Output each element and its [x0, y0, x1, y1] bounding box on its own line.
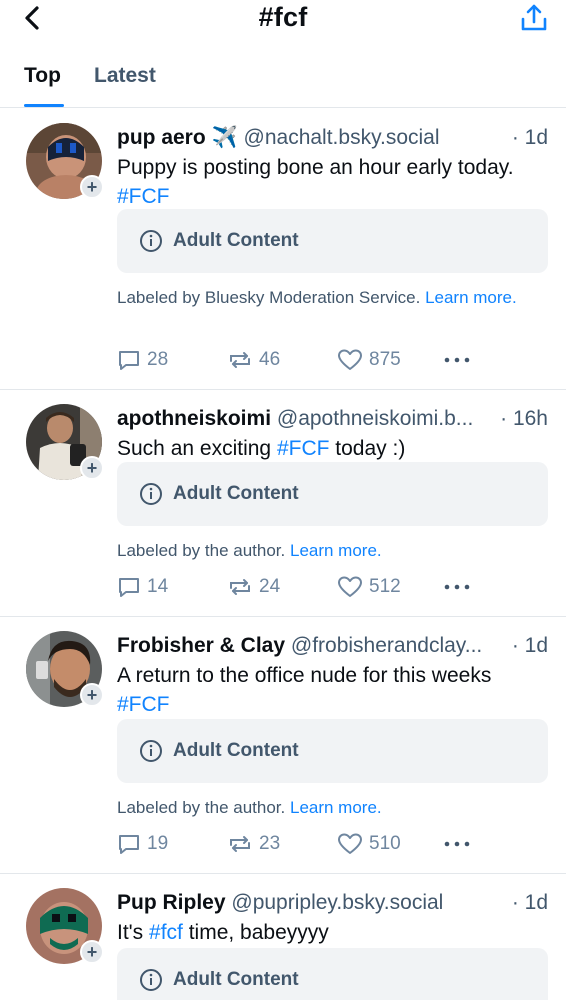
- author-name[interactable]: Frobisher & Clay: [117, 634, 285, 657]
- content-warning-label: Adult Content: [173, 740, 299, 761]
- like-button[interactable]: 875: [337, 345, 401, 375]
- heart-icon: [338, 576, 362, 597]
- learn-more-link[interactable]: Learn more.: [290, 798, 382, 817]
- author-handle[interactable]: @frobisherandclay...: [291, 634, 482, 657]
- learn-more-link[interactable]: Learn more.: [290, 541, 382, 560]
- like-button[interactable]: 510: [337, 829, 401, 859]
- follow-plus-icon[interactable]: +: [80, 175, 104, 199]
- heart-icon: [338, 349, 362, 370]
- post-actions: 19 23 510: [117, 829, 548, 859]
- share-button[interactable]: [516, 0, 552, 36]
- more-dots-icon: [444, 841, 470, 847]
- like-count: 875: [369, 349, 401, 370]
- post-actions: 14 24 512: [117, 572, 548, 602]
- post-text: It's #fcf time, babeyyyy: [117, 921, 329, 944]
- reply-icon: [119, 578, 139, 597]
- content-warning[interactable]: Adult Content: [117, 948, 548, 1000]
- content-warning[interactable]: Adult Content: [117, 462, 548, 526]
- more-dots-icon: [444, 357, 470, 363]
- hashtag-link[interactable]: #FCF: [117, 185, 170, 208]
- reply-count: 14: [147, 576, 169, 597]
- repost-count: 24: [259, 576, 281, 597]
- author-name[interactable]: apothneiskoimi: [117, 407, 271, 430]
- info-icon: [140, 230, 162, 252]
- post-item[interactable]: + apothneiskoimi @apothneiskoimi.b... · …: [0, 390, 566, 617]
- heart-icon: [338, 833, 362, 854]
- reply-button[interactable]: 19: [117, 829, 168, 859]
- content-warning-label: Adult Content: [173, 969, 299, 990]
- like-count: 510: [369, 833, 401, 854]
- reply-count: 19: [147, 833, 169, 854]
- page-title: #fcf: [258, 2, 308, 32]
- author-name[interactable]: Pup Ripley: [117, 891, 226, 914]
- share-upload-icon: [521, 4, 547, 31]
- more-options-button[interactable]: [443, 345, 477, 375]
- post-item[interactable]: + pup aero ✈️ @nachalt.bsky.social · 1d …: [0, 109, 566, 390]
- repost-icon: [230, 579, 250, 595]
- content-warning[interactable]: Adult Content: [117, 719, 548, 783]
- content-warning-label: Adult Content: [173, 230, 299, 251]
- info-icon: [140, 969, 162, 991]
- moderation-label: Labeled by the author. Learn more.: [117, 541, 382, 560]
- more-dots-icon: [444, 584, 470, 590]
- reply-button[interactable]: 28: [117, 345, 168, 375]
- post-item[interactable]: + Pup Ripley @pupripley.bsky.social · 1d…: [0, 874, 566, 1000]
- repost-count: 23: [259, 833, 281, 854]
- repost-icon: [230, 352, 250, 368]
- follow-plus-icon[interactable]: +: [80, 940, 104, 964]
- avatar[interactable]: +: [26, 631, 104, 709]
- content-warning[interactable]: Adult Content: [117, 209, 548, 273]
- follow-plus-icon[interactable]: +: [80, 683, 104, 707]
- author-name[interactable]: pup aero ✈️: [117, 126, 238, 149]
- content-warning-label: Adult Content: [173, 483, 299, 504]
- moderation-label: Labeled by the author. Learn more.: [117, 798, 382, 817]
- author-handle[interactable]: @apothneiskoimi.b...: [277, 407, 473, 430]
- author-handle[interactable]: @pupripley.bsky.social: [231, 891, 443, 914]
- feed-tabs: Top Latest: [0, 56, 566, 108]
- follow-plus-icon[interactable]: +: [80, 456, 104, 480]
- like-button[interactable]: 512: [337, 572, 401, 602]
- top-bar: #fcf: [0, 0, 566, 40]
- repost-button[interactable]: 24: [227, 572, 280, 602]
- post-text: Puppy is posting bone an hour early toda…: [117, 156, 514, 208]
- more-options-button[interactable]: [443, 829, 477, 859]
- info-icon: [140, 483, 162, 505]
- learn-more-link[interactable]: Learn more.: [425, 288, 517, 307]
- repost-icon: [230, 836, 250, 852]
- moderation-label: Labeled by Bluesky Moderation Service. L…: [117, 288, 517, 307]
- reply-button[interactable]: 14: [117, 572, 168, 602]
- like-count: 512: [369, 576, 401, 597]
- repost-button[interactable]: 46: [227, 345, 280, 375]
- hashtag-link[interactable]: #FCF: [117, 693, 170, 716]
- avatar[interactable]: +: [26, 404, 104, 482]
- reply-icon: [119, 835, 139, 854]
- post-text: A return to the office nude for this wee…: [117, 664, 492, 716]
- avatar[interactable]: +: [26, 123, 104, 201]
- post-time: · 1d: [507, 888, 548, 918]
- post-time: · 16h: [496, 404, 548, 434]
- hashtag-link[interactable]: #fcf: [149, 921, 183, 944]
- post-item[interactable]: + Frobisher & Clay @frobisherandclay... …: [0, 617, 566, 874]
- repost-count: 46: [259, 349, 281, 370]
- tab-top[interactable]: Top: [24, 64, 61, 88]
- author-handle[interactable]: @nachalt.bsky.social: [244, 126, 440, 149]
- active-tab-indicator: [24, 104, 64, 107]
- reply-count: 28: [147, 349, 169, 370]
- reply-icon: [119, 351, 139, 370]
- post-text: Such an exciting #FCF today :): [117, 437, 406, 460]
- info-icon: [140, 740, 162, 762]
- post-time: · 1d: [507, 631, 548, 661]
- post-actions: 28 46 875: [117, 345, 548, 375]
- hashtag-link[interactable]: #FCF: [277, 437, 330, 460]
- more-options-button[interactable]: [443, 572, 477, 602]
- repost-button[interactable]: 23: [227, 829, 280, 859]
- post-time: · 1d: [507, 123, 548, 153]
- avatar[interactable]: +: [26, 888, 104, 966]
- tab-latest[interactable]: Latest: [94, 64, 156, 88]
